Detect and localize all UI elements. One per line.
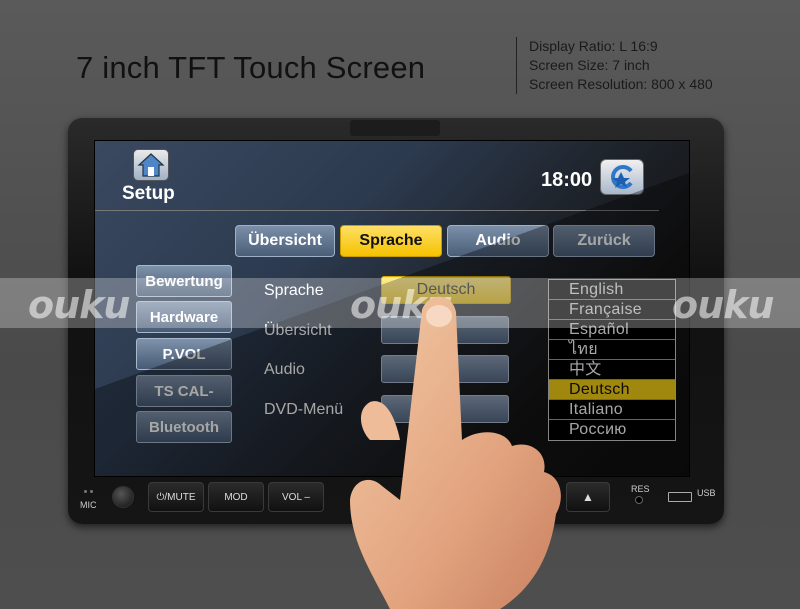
hand-pointing-icon: [350, 296, 561, 609]
sidebar-item-ts-cal[interactable]: TS CAL-: [136, 375, 232, 407]
usb-label: USB: [697, 488, 716, 498]
tab-sprache[interactable]: Sprache: [340, 225, 442, 257]
mic-label: MIC: [80, 500, 97, 510]
power-knob[interactable]: [112, 486, 134, 508]
usb-port-icon: [668, 492, 692, 502]
bezel-top-notch: [350, 120, 440, 136]
mod-button[interactable]: MOD: [208, 482, 264, 512]
sidebar-item-bluetooth[interactable]: Bluetooth: [136, 411, 232, 443]
volume-down-button[interactable]: VOL –: [268, 482, 324, 512]
sidebar-item-pvol[interactable]: P.VOL: [136, 338, 232, 370]
spec-screen-resolution: Screen Resolution: 800 x 480: [529, 76, 713, 92]
header-divider: [95, 210, 659, 211]
eject-button[interactable]: ▲: [566, 482, 610, 512]
mute-button[interactable]: ⏻/MUTE: [148, 482, 204, 512]
spec-display-ratio: Display Ratio: L 16:9: [529, 38, 658, 54]
reset-label: RES: [631, 484, 650, 494]
watermark-logo: ouku: [672, 283, 774, 327]
watermark-logo: ouku: [28, 283, 130, 327]
clock-time: 18:00: [541, 169, 593, 191]
setup-title: Setup: [122, 183, 175, 204]
spec-screen-size: Screen Size: 7 inch: [529, 57, 650, 73]
option-label-audio: Audio: [264, 361, 305, 378]
tab-audio[interactable]: Audio: [447, 225, 549, 257]
tab-zuruck[interactable]: Zurück: [553, 225, 655, 257]
tab-ubersicht[interactable]: Übersicht: [235, 225, 335, 257]
back-icon[interactable]: [600, 159, 644, 195]
home-icon[interactable]: [133, 149, 169, 181]
spec-list: Display Ratio: L 16:9 Screen Size: 7 inc…: [516, 37, 713, 94]
reset-pinhole[interactable]: [635, 496, 643, 504]
mic-hole: [84, 490, 87, 493]
headline-title: 7 inch TFT Touch Screen: [76, 50, 426, 85]
